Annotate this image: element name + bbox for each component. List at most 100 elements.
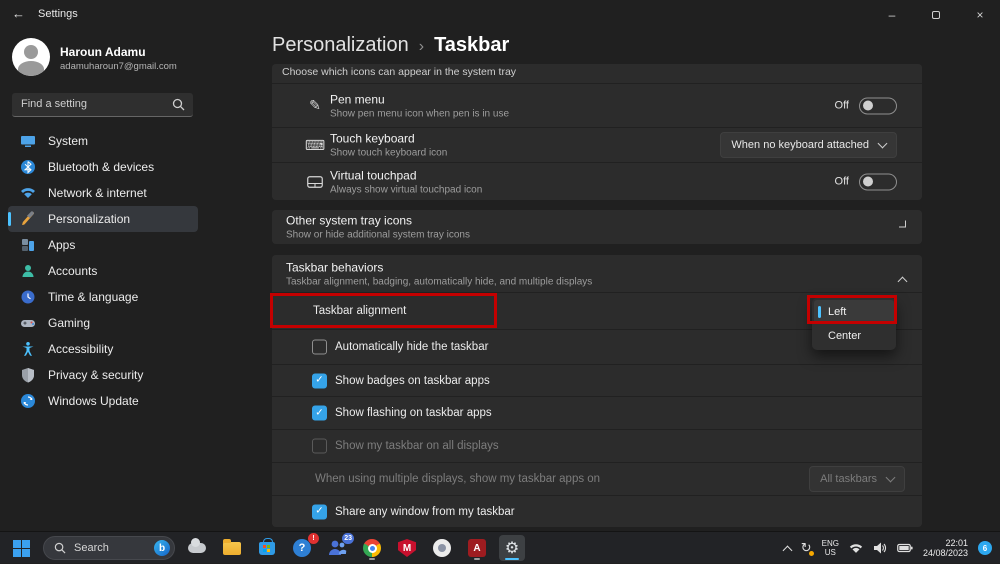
section-header-row: Choose which icons can appear in the sys… [272, 64, 922, 83]
touchpad-icon [306, 173, 324, 191]
other-tray-row[interactable]: Other system tray icons Show or hide add… [272, 210, 922, 244]
start-button[interactable] [8, 535, 34, 561]
sidebar-item-accessibility[interactable]: Accessibility [8, 336, 198, 362]
sidebar-item-label: Accessibility [48, 342, 113, 356]
taskbar-behaviors-subtitle: Taskbar alignment, badging, automaticall… [286, 276, 592, 287]
update-alert-dot [809, 551, 814, 556]
volume-icon[interactable] [873, 542, 887, 554]
touch-keyboard-dropdown[interactable]: When no keyboard attached [720, 132, 897, 158]
teams-badge: 23 [342, 533, 354, 544]
close-button[interactable]: × [960, 0, 1000, 30]
update-icon [20, 393, 36, 409]
accounts-person-icon [20, 263, 36, 279]
window-title: Settings [38, 8, 78, 20]
show-badges-checkbox[interactable]: ✓ [312, 373, 327, 388]
sidebar-item-apps[interactable]: Apps [8, 232, 198, 258]
sidebar-item-bluetooth[interactable]: Bluetooth & devices [8, 154, 198, 180]
date-label: 24/08/2023 [923, 548, 968, 558]
sidebar-item-privacy[interactable]: Privacy & security [8, 362, 198, 388]
chevron-up-icon[interactable] [898, 276, 908, 286]
virtual-touchpad-toggle-label: Off [835, 176, 849, 188]
clock[interactable]: 22:01 24/08/2023 [923, 538, 968, 558]
alert-badge: ! [308, 533, 319, 544]
settings-app-icon[interactable]: ⚙ [499, 535, 525, 561]
wifi-tray-icon[interactable] [849, 543, 863, 554]
chrome-icon[interactable] [359, 535, 385, 561]
search-icon [172, 98, 185, 111]
system-tray-icons-card: Choose which icons can appear in the sys… [272, 64, 922, 200]
sidebar-item-label: Personalization [48, 212, 130, 226]
sidebar-item-personalization[interactable]: Personalization [8, 206, 198, 232]
sync-update-icon[interactable]: ↻ [801, 541, 812, 556]
check-icon: ✓ [315, 376, 323, 386]
sidebar-item-time-language[interactable]: Time & language [8, 284, 198, 310]
other-tray-card[interactable]: Other system tray icons Show or hide add… [272, 210, 922, 244]
all-displays-label: Show my taskbar on all displays [335, 440, 499, 452]
acrobat-icon[interactable]: A [464, 535, 490, 561]
sidebar-item-gaming[interactable]: Gaming [8, 310, 198, 336]
virtual-touchpad-row: Virtual touchpad Always show virtual tou… [272, 162, 922, 200]
touch-keyboard-subtitle: Show touch keyboard icon [330, 148, 447, 159]
search-placeholder: Find a setting [21, 98, 87, 110]
battery-icon[interactable] [897, 543, 913, 553]
chevron-down-icon [878, 139, 888, 149]
taskbar-search[interactable]: Search b [43, 536, 175, 560]
minimize-button[interactable]: – [872, 0, 912, 30]
maximize-button[interactable] [916, 0, 956, 30]
sidebar-item-label: Time & language [48, 290, 138, 304]
get-help-icon[interactable]: ? ! [289, 535, 315, 561]
windows-logo-icon [13, 540, 30, 557]
clock-icon [20, 289, 36, 305]
chevron-down-icon [886, 473, 896, 483]
multi-display-row: When using multiple displays, show my ta… [272, 462, 922, 495]
pen-menu-toggle[interactable] [859, 97, 897, 114]
all-displays-row: ✓ Show my taskbar on all displays [272, 429, 922, 462]
unknown-app-icon[interactable] [429, 535, 455, 561]
keyboard-icon: ⌨ [306, 136, 324, 154]
show-flashing-checkbox[interactable]: ✓ [312, 406, 327, 421]
back-icon[interactable]: ← [12, 6, 25, 21]
show-flashing-label: Show flashing on taskbar apps [335, 407, 492, 419]
share-window-row: ✓ Share any window from my taskbar [272, 495, 922, 527]
system-icon [20, 133, 36, 149]
virtual-touchpad-subtitle: Always show virtual touchpad icon [330, 184, 482, 195]
teams-icon[interactable]: 23 [324, 535, 350, 561]
alignment-option-left[interactable]: Left [814, 300, 894, 324]
weather-widget-icon[interactable] [184, 535, 210, 561]
multi-display-dropdown: All taskbars [809, 466, 905, 492]
taskbar-behaviors-header-row[interactable]: Taskbar behaviors Taskbar alignment, bad… [272, 255, 922, 292]
sidebar-item-label: Apps [48, 238, 75, 252]
notification-badge[interactable]: 6 [978, 541, 992, 555]
language-indicator[interactable]: ENG US [822, 539, 839, 557]
touch-keyboard-title: Touch keyboard [330, 132, 447, 146]
maximize-icon [932, 11, 940, 19]
breadcrumb-personalization[interactable]: Personalization [272, 34, 409, 57]
profile-email: adamuharoun7@gmail.com [60, 61, 177, 72]
pen-menu-row: ✎ Pen menu Show pen menu icon when pen i… [272, 83, 922, 127]
show-badges-row: ✓ Show badges on taskbar apps [272, 364, 922, 396]
time-label: 22:01 [945, 538, 968, 548]
bluetooth-icon [20, 159, 36, 175]
sidebar-item-accounts[interactable]: Accounts [8, 258, 198, 284]
profile-name: Haroun Adamu [60, 45, 146, 59]
alignment-option-left-label: Left [828, 306, 846, 318]
sidebar-item-label: Accounts [48, 264, 97, 278]
sidebar-item-system[interactable]: System [8, 128, 198, 154]
gamepad-icon [20, 315, 36, 331]
alignment-option-center[interactable]: Center [814, 324, 894, 348]
taskbar-search-label: Search [74, 542, 146, 554]
chevron-down-icon[interactable] [899, 221, 906, 228]
sidebar-item-network[interactable]: Network & internet [8, 180, 198, 206]
share-window-checkbox[interactable]: ✓ [312, 504, 327, 519]
sidebar-item-windows-update[interactable]: Windows Update [8, 388, 198, 414]
avatar[interactable] [12, 38, 50, 76]
search-input[interactable]: Find a setting [12, 93, 193, 117]
sidebar: Haroun Adamu adamuharoun7@gmail.com Find… [0, 30, 260, 531]
tray-chevron-up[interactable] [784, 543, 791, 554]
file-explorer-icon[interactable] [219, 535, 245, 561]
mcafee-icon[interactable]: M [394, 535, 420, 561]
microsoft-store-icon[interactable] [254, 535, 280, 561]
virtual-touchpad-title: Virtual touchpad [330, 168, 482, 182]
virtual-touchpad-toggle[interactable] [859, 173, 897, 190]
auto-hide-checkbox[interactable]: ✓ [312, 340, 327, 355]
